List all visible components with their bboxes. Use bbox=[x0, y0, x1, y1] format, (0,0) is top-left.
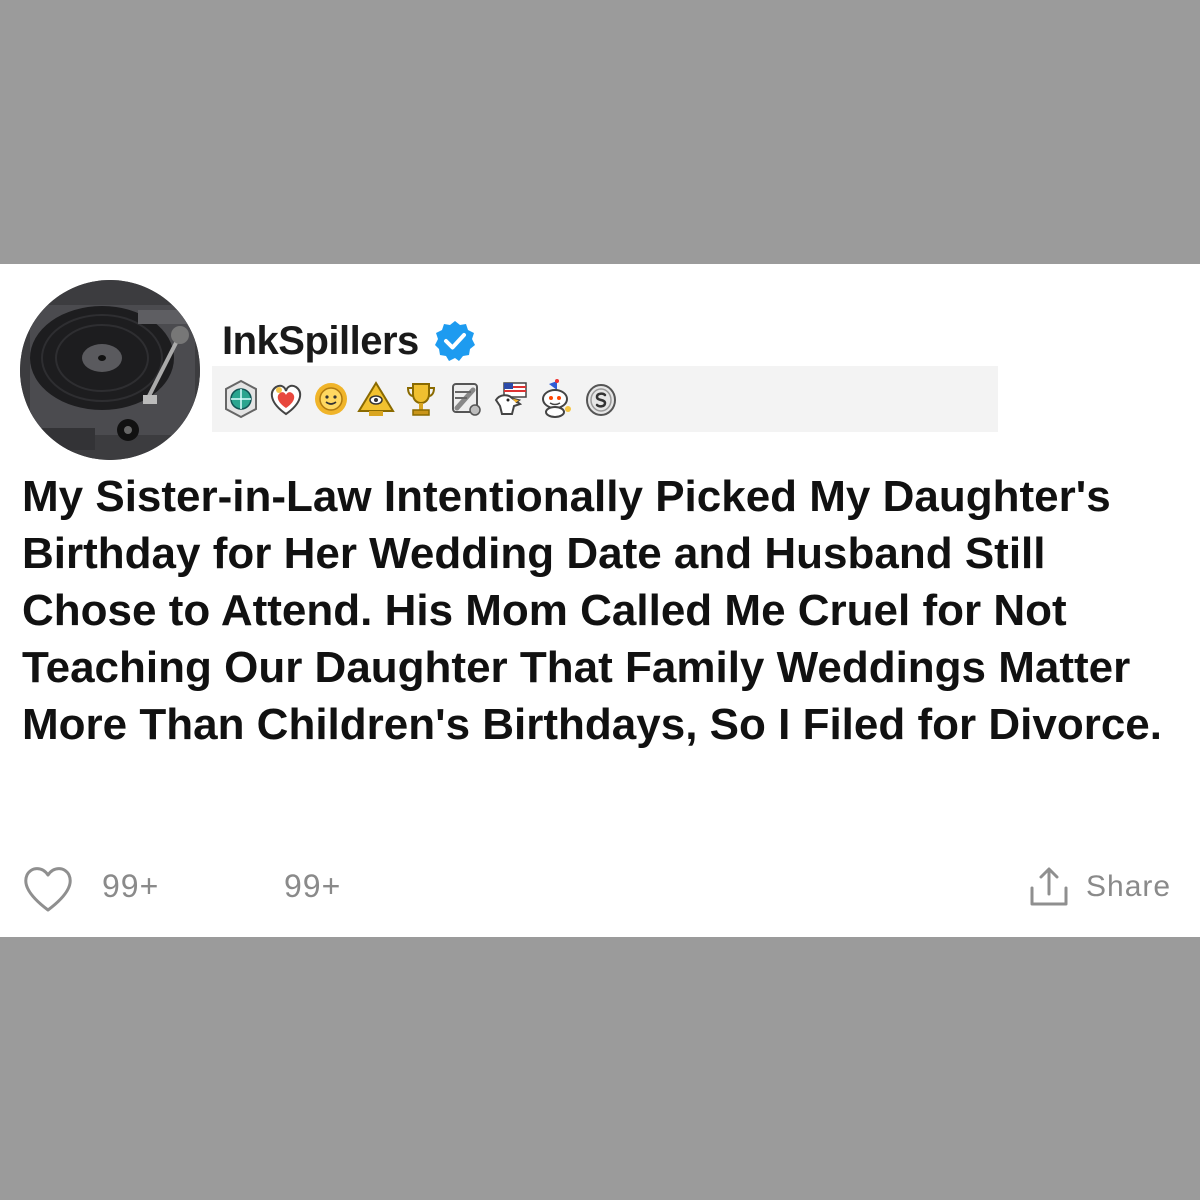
wrench-award-icon[interactable] bbox=[445, 378, 487, 420]
share-label: Share bbox=[1086, 870, 1172, 903]
turntable-image bbox=[20, 280, 200, 460]
share-button[interactable]: Share bbox=[1026, 864, 1171, 910]
snoo-party-award-icon[interactable] bbox=[535, 378, 577, 420]
heart-icon[interactable] bbox=[20, 862, 76, 914]
trophy-award-icon[interactable] bbox=[400, 378, 442, 420]
heart-hug-award-icon[interactable] bbox=[265, 378, 307, 420]
eagle-flag-award-icon[interactable] bbox=[490, 378, 532, 420]
sun-award-icon[interactable] bbox=[310, 378, 352, 420]
verified-badge-icon bbox=[434, 321, 475, 361]
awards-list bbox=[220, 378, 625, 420]
post-title: My Sister-in-Law Intentionally Picked My… bbox=[22, 472, 1162, 749]
top-gray-band bbox=[0, 0, 1200, 264]
post-card: InkSpillers My Sister-in-Law Intentional… bbox=[0, 264, 1200, 937]
like-count: 99+ bbox=[102, 868, 160, 904]
bottom-gray-band bbox=[0, 937, 1200, 1200]
pyramid-award-icon[interactable] bbox=[355, 378, 397, 420]
silver-coin-award-icon[interactable] bbox=[580, 378, 622, 420]
author-row: InkSpillers bbox=[222, 316, 477, 366]
awards-bar bbox=[212, 366, 998, 432]
share-icon bbox=[1030, 867, 1068, 906]
avatar[interactable] bbox=[20, 280, 200, 460]
comment-count[interactable]: 99+ bbox=[284, 868, 341, 905]
author-name[interactable]: InkSpillers bbox=[222, 319, 419, 364]
post-actions: 99+ 99+ Share bbox=[0, 860, 1200, 920]
globe-award-icon[interactable] bbox=[220, 378, 262, 420]
